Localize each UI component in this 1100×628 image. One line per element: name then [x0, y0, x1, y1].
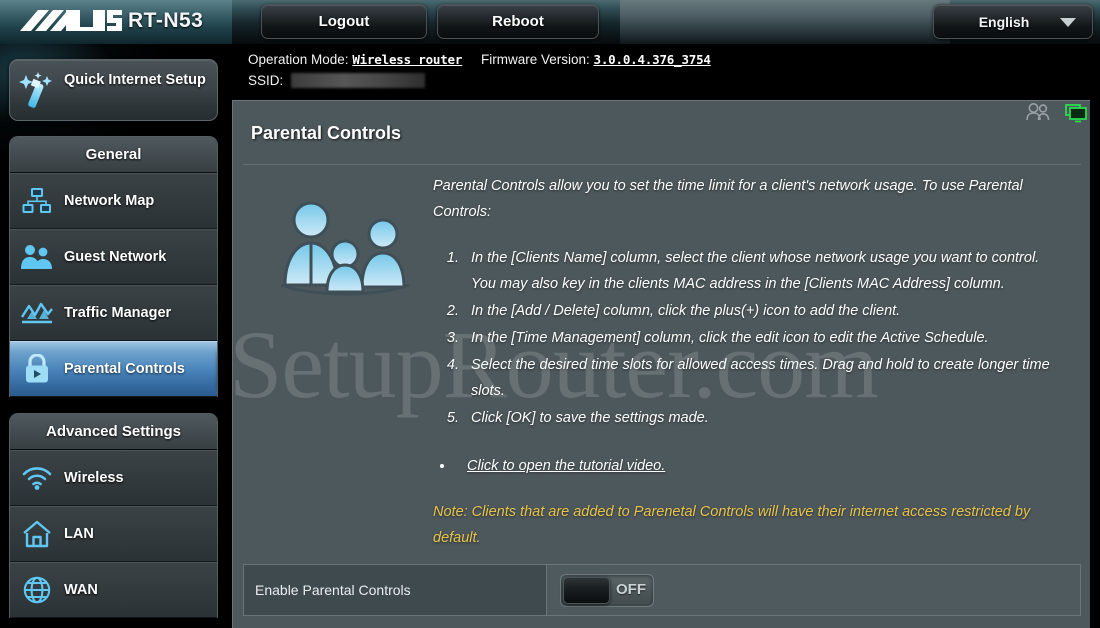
ssid-label: SSID: [248, 73, 284, 88]
sidebar-item-label: LAN [64, 526, 94, 542]
toggle-state-label: OFF [616, 580, 646, 598]
magic-wand-icon [18, 71, 60, 116]
home-icon [10, 520, 64, 548]
wifi-icon [10, 465, 64, 491]
sidebar-item-label: Quick Internet Setup [64, 72, 206, 88]
operation-mode-label: Operation Mode: [248, 52, 349, 67]
clients-icon[interactable] [1025, 102, 1051, 127]
sidebar-item-label: WAN [64, 582, 98, 598]
sidebar-section-title-general: General [10, 137, 217, 173]
active-item-arrow-icon [217, 350, 218, 390]
logout-button[interactable]: Logout [261, 4, 427, 39]
network-map-icon [10, 187, 64, 215]
sidebar-item-label: Guest Network [64, 249, 167, 265]
instruction-step: In the [Clients Name] column, select the… [463, 245, 1063, 297]
instruction-step: In the [Time Management] column, click t… [463, 325, 1063, 351]
sidebar-item-label: Network Map [64, 193, 155, 209]
parental-lock-icon [10, 354, 64, 384]
router-model-name: RT-N53 [128, 9, 204, 32]
reboot-button[interactable]: Reboot [437, 4, 599, 39]
instruction-step: In the [Add / Delete] column, click the … [463, 298, 1063, 324]
enable-parental-controls-row: Enable Parental Controls OFF [243, 564, 1081, 616]
sidebar-item-label: Parental Controls [64, 361, 185, 377]
title-divider [243, 164, 1081, 165]
guest-network-icon [10, 243, 64, 271]
list-item: Click to open the tutorial video. [455, 453, 1063, 479]
sidebar-item-parental-controls[interactable]: Parental Controls [10, 341, 217, 397]
sidebar-section-title-advanced: Advanced Settings [10, 414, 217, 450]
operation-mode-line: Operation Mode: Wireless router Firmware… [248, 52, 711, 67]
page-title: Parental Controls [251, 123, 402, 143]
main-content-panel: Parental Controls SetupRouter.com Parent [232, 100, 1090, 628]
instructions-links-list: Click to open the tutorial video. [455, 453, 1063, 479]
ssid-line: SSID: [248, 73, 426, 88]
sidebar-section-general: General Network Map Guest Network Traffi… [9, 136, 218, 397]
operation-mode-value[interactable]: Wireless router [352, 52, 462, 67]
instruction-step: Click [OK] to save the settings made. [463, 405, 1063, 431]
globe-icon [10, 576, 64, 604]
firmware-version-label: Firmware Version: [480, 52, 590, 67]
chevron-down-icon [1060, 18, 1076, 27]
instructions-note: Note: Clients that are added to Pareneta… [433, 504, 1031, 546]
top-header-bar: RT-N53 Logout Reboot English [0, 0, 1100, 44]
sidebar-item-label: Traffic Manager [64, 305, 172, 321]
family-illustration-icon [275, 189, 415, 304]
tutorial-video-link[interactable]: Click to open the tutorial video. [467, 458, 665, 474]
traffic-manager-icon [10, 300, 64, 326]
sidebar-item-label: Wireless [64, 470, 124, 486]
setting-control-cell: OFF [547, 565, 1080, 615]
status-info-strip: Operation Mode: Wireless router Firmware… [232, 44, 1100, 123]
sidebar-item-wireless[interactable]: Wireless [10, 450, 217, 506]
toggle-knob [563, 576, 610, 604]
asus-logo [18, 8, 122, 41]
sidebar-item-wan[interactable]: WAN [10, 562, 217, 618]
firmware-version-value[interactable]: 3.0.0.4.376_3754 [594, 52, 711, 67]
sidebar-item-traffic-manager[interactable]: Traffic Manager [10, 285, 217, 341]
instruction-step: Select the desired time slots for allowe… [463, 352, 1063, 404]
instructions-steps-list: In the [Clients Name] column, select the… [463, 245, 1063, 431]
sidebar-item-lan[interactable]: LAN [10, 506, 217, 562]
sidebar-section-advanced-settings: Advanced Settings Wireless LAN WAN [9, 413, 218, 618]
sidebar-item-quick-internet-setup[interactable]: Quick Internet Setup [9, 59, 218, 121]
language-selector[interactable]: English [933, 4, 1093, 39]
ssid-value-redacted [291, 73, 426, 88]
instructions-intro: Parental Controls allow you to set the t… [433, 178, 1023, 220]
instructions-block: Parental Controls allow you to set the t… [433, 173, 1063, 551]
sidebar-item-network-map[interactable]: Network Map [10, 173, 217, 229]
enable-parental-controls-toggle[interactable]: OFF [560, 573, 654, 607]
network-monitor-icon[interactable] [1062, 102, 1090, 129]
setting-label: Enable Parental Controls [255, 582, 411, 598]
setting-label-cell: Enable Parental Controls [244, 565, 547, 615]
sidebar-item-guest-network[interactable]: Guest Network [10, 229, 217, 285]
